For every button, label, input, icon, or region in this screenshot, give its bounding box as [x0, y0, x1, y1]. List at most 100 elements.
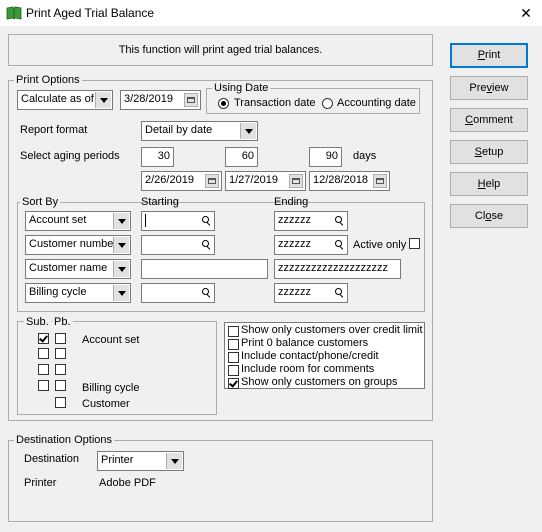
search-icon[interactable]	[332, 213, 346, 229]
preview-button[interactable]: Preview	[450, 76, 528, 100]
printer-label: Printer	[24, 477, 57, 489]
print-button[interactable]: Print	[450, 43, 528, 68]
sort-end-3-field[interactable]: zzzzzzzzzzzzzzzzzzzz	[274, 259, 401, 279]
subtotal-row3-checkbox[interactable]	[38, 364, 49, 375]
accounting-date-radio[interactable]	[322, 98, 333, 109]
report-options-list: Show only customers over credit limit Pr…	[224, 322, 425, 389]
sort-end-4-value: zzzzzz	[278, 286, 311, 298]
calendar-icon[interactable]	[289, 174, 303, 188]
search-icon[interactable]	[199, 213, 213, 229]
search-icon[interactable]	[332, 237, 346, 253]
subtotal-billing-cycle-checkbox[interactable]	[38, 380, 49, 391]
sub-header: Sub.	[24, 316, 51, 328]
option-credit-limit-label: Show only customers over credit limit	[241, 324, 423, 336]
sort-field-2-select[interactable]: Customer number	[25, 235, 131, 255]
window-title: Print Aged Trial Balance	[26, 6, 155, 20]
sort-by-title: Sort By	[20, 196, 61, 208]
period-date-3-value: 12/28/2018	[313, 174, 369, 186]
search-icon[interactable]	[199, 285, 213, 301]
as-of-date-value: 3/28/2019	[124, 93, 173, 105]
search-icon[interactable]	[199, 237, 213, 253]
text-cursor	[145, 213, 146, 227]
report-format-label: Report format	[20, 124, 88, 136]
period-date-1-value: 2/26/2019	[145, 174, 194, 186]
setup-button[interactable]: Setup	[450, 140, 528, 164]
destination-options-title: Destination Options	[14, 434, 114, 446]
chevron-down-icon	[166, 453, 182, 469]
period-date-2[interactable]: 1/27/2019	[225, 171, 306, 191]
sort-start-2-field[interactable]	[141, 235, 215, 255]
sort-field-3-select[interactable]: Customer name	[25, 259, 131, 279]
app-book-icon	[6, 6, 22, 20]
option-groups-checkbox[interactable]	[228, 378, 239, 389]
report-format-select[interactable]: Detail by date	[141, 121, 258, 141]
sort-field-1-value: Account set	[29, 214, 87, 226]
search-icon[interactable]	[332, 285, 346, 301]
close-window-icon[interactable]: ✕	[516, 4, 536, 22]
sort-field-1-select[interactable]: Account set	[25, 211, 131, 231]
option-comments-room-checkbox[interactable]	[228, 365, 239, 376]
sort-start-3-field[interactable]	[141, 259, 268, 279]
transaction-date-radio[interactable]	[218, 98, 229, 109]
title-bar: Print Aged Trial Balance ✕	[0, 0, 542, 26]
printer-value: Adobe PDF	[99, 477, 156, 489]
sort-end-4-field[interactable]: zzzzzz	[274, 283, 348, 303]
report-format-value: Detail by date	[145, 124, 213, 136]
chevron-down-icon	[240, 123, 256, 139]
days-label: days	[353, 150, 377, 162]
option-comments-room-label: Include room for comments	[241, 363, 375, 375]
ending-label: Ending	[274, 196, 309, 208]
period-date-3[interactable]: 12/28/2018	[309, 171, 390, 191]
destination-select[interactable]: Printer	[97, 451, 184, 471]
sort-start-1-field[interactable]	[141, 211, 215, 231]
starting-label: Starting	[141, 196, 179, 208]
aging-period-3[interactable]: 90	[309, 147, 342, 167]
calendar-icon[interactable]	[205, 174, 219, 188]
sort-end-1-field[interactable]: zzzzzz	[274, 211, 348, 231]
aging-period-1[interactable]: 30	[141, 147, 174, 167]
sort-field-4-value: Billing cycle	[29, 286, 87, 298]
destination-label: Destination	[24, 453, 80, 465]
accounting-date-label: Accounting date	[337, 97, 416, 109]
print-options-title: Print Options	[14, 74, 82, 86]
chevron-down-icon	[113, 237, 129, 253]
using-date-title: Using Date	[212, 82, 271, 94]
help-button[interactable]: Help	[450, 172, 528, 196]
chevron-down-icon	[113, 285, 129, 301]
pagebreak-row2-checkbox[interactable]	[55, 348, 66, 359]
pagebreak-customer-checkbox[interactable]	[55, 397, 66, 408]
calculate-as-of-value: Calculate as of	[21, 93, 94, 105]
option-zero-balance-checkbox[interactable]	[228, 339, 239, 350]
calculate-as-of-select[interactable]: Calculate as of	[17, 90, 113, 110]
option-credit-limit-checkbox[interactable]	[228, 326, 239, 337]
calendar-icon[interactable]	[373, 174, 387, 188]
sort-field-4-select[interactable]: Billing cycle	[25, 283, 131, 303]
period-date-1[interactable]: 2/26/2019	[141, 171, 222, 191]
subtotal-account-set-checkbox[interactable]	[38, 333, 49, 344]
sort-field-2-value: Customer number	[29, 238, 118, 250]
subtotal-customer-label: Customer	[82, 398, 130, 410]
aging-periods-label: Select aging periods	[20, 150, 120, 162]
transaction-date-label: Transaction date	[234, 97, 316, 109]
sort-end-2-field[interactable]: zzzzzz	[274, 235, 348, 255]
as-of-date-field[interactable]: 3/28/2019	[120, 90, 201, 110]
option-contact-checkbox[interactable]	[228, 352, 239, 363]
option-contact-label: Include contact/phone/credit	[241, 350, 379, 362]
close-button[interactable]: Close	[450, 204, 528, 228]
option-groups-label: Show only customers on groups	[241, 376, 398, 388]
active-only-checkbox[interactable]	[409, 238, 420, 249]
subtotal-row2-checkbox[interactable]	[38, 348, 49, 359]
chevron-down-icon	[113, 261, 129, 277]
sort-field-3-value: Customer name	[29, 262, 108, 274]
subtotal-account-set-label: Account set	[82, 334, 140, 346]
comment-button[interactable]: Comment	[450, 108, 528, 132]
calendar-icon[interactable]	[184, 93, 198, 107]
pagebreak-row3-checkbox[interactable]	[55, 364, 66, 375]
pagebreak-billing-cycle-checkbox[interactable]	[55, 380, 66, 391]
sort-start-4-field[interactable]	[141, 283, 215, 303]
pagebreak-account-set-checkbox[interactable]	[55, 333, 66, 344]
info-box: This function will print aged trial bala…	[8, 34, 433, 66]
aging-period-2[interactable]: 60	[225, 147, 258, 167]
chevron-down-icon	[113, 213, 129, 229]
option-zero-balance-label: Print 0 balance customers	[241, 337, 369, 349]
